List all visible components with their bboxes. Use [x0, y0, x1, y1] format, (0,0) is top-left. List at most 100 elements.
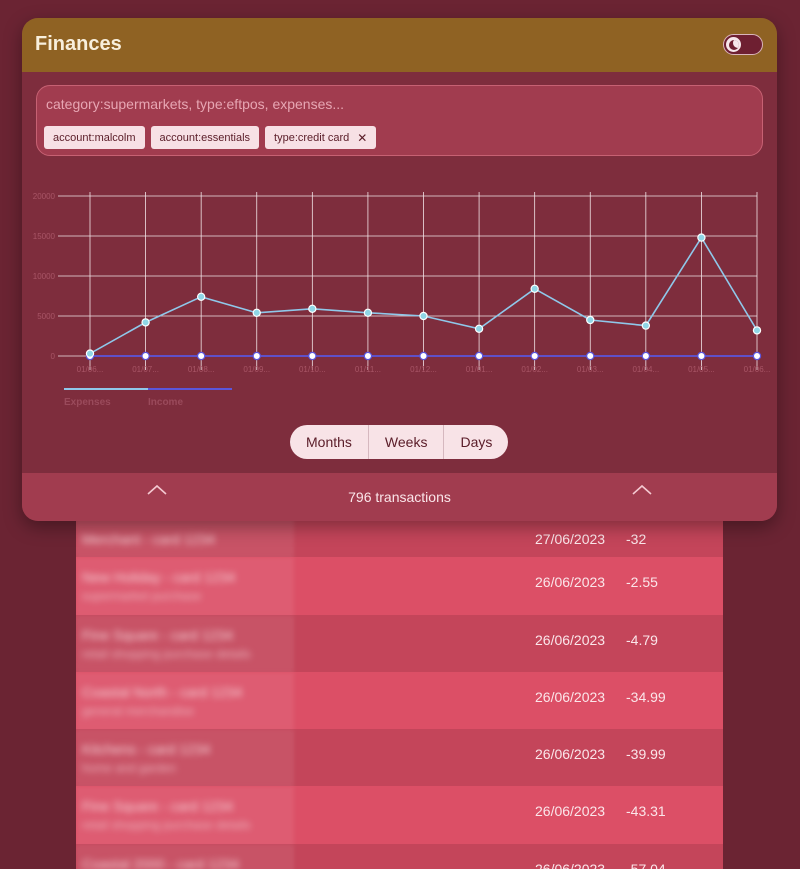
transaction-subtitle: retail shopping purchase details — [82, 818, 251, 833]
search-box[interactable]: account:malcolm account:essentials type:… — [36, 85, 763, 156]
legend-item-income[interactable]: Income — [148, 388, 232, 408]
x-tick-label: 01/04... — [632, 365, 659, 374]
transaction-amount: -39.99 — [626, 746, 666, 763]
finances-card: Finances account:malcolm account:essenti… — [22, 18, 777, 521]
data-point-expenses — [196, 292, 206, 302]
chip-label: account:essentials — [159, 131, 251, 144]
transaction-amount: -57.04 — [626, 860, 666, 869]
data-point-income — [530, 351, 539, 361]
transaction-date: 27/06/2023 — [535, 531, 606, 547]
data-point-income — [586, 351, 595, 361]
transaction-amount: -43.31 — [626, 803, 666, 820]
range-days-button[interactable]: Days — [443, 425, 508, 459]
transaction-amount: -4.79 — [626, 631, 658, 648]
transaction-subtitle: supermarket purchase — [82, 589, 202, 604]
x-tick-label: 01/06... — [744, 365, 771, 374]
spending-chart: 20000 15000 10000 5000 0 01/06... 01/07... 01/0… — [33, 192, 771, 374]
blurred-region — [76, 729, 294, 787]
x-tick-label: 01/12... — [410, 365, 437, 374]
blurred-region — [76, 786, 294, 844]
data-point-expenses — [419, 311, 428, 321]
data-point-expenses — [252, 308, 261, 317]
legend-item-expenses[interactable]: Expenses — [64, 388, 148, 408]
data-point-expenses — [308, 304, 317, 314]
x-tick-label: 01/03... — [577, 365, 604, 374]
range-weeks-button[interactable]: Weeks — [367, 425, 444, 459]
x-tick-label: 01/07... — [132, 365, 159, 374]
x-tick-label: 01/10... — [299, 365, 326, 374]
range-selector: Months Weeks Days — [290, 425, 509, 459]
transaction-date: 26/06/2023 — [535, 860, 606, 869]
transaction-title: Coastal 2000 - card 1234 — [82, 855, 240, 869]
app-title: Finances — [35, 33, 122, 55]
dark-mode-toggle[interactable] — [723, 34, 763, 55]
chip-label: type:credit card — [274, 131, 350, 144]
data-point-income — [474, 351, 484, 361]
transaction-date: 26/06/2023 — [535, 688, 606, 705]
filter-chip[interactable]: account:malcolm — [44, 126, 145, 149]
blurred-region — [76, 557, 294, 615]
transaction-date: 26/06/2023 — [535, 746, 606, 763]
y-tick-label: 5000 — [37, 312, 55, 321]
data-point-expenses — [363, 308, 373, 317]
filter-chips: account:malcolm account:essentials type:… — [44, 126, 377, 149]
data-point-income — [641, 351, 651, 361]
transaction-date: 26/06/2023 — [535, 631, 606, 648]
data-point-income — [363, 351, 373, 361]
filter-chip[interactable]: type:credit card ✕ — [265, 126, 377, 149]
y-tick-label: 15000 — [33, 232, 56, 241]
data-point-income — [697, 351, 706, 361]
transaction-row[interactable]: Coastal North - card 1234 general merchan… — [76, 671, 723, 730]
legend-label: Expenses — [64, 397, 111, 408]
transaction-amount: -34.99 — [626, 688, 666, 705]
filter-chip[interactable]: account:essentials — [150, 126, 260, 149]
y-tick-label: 20000 — [33, 192, 56, 201]
blurred-region — [76, 614, 294, 672]
transaction-row[interactable]: New Holiday - card 1234 supermarket purch… — [76, 557, 723, 615]
transaction-row[interactable]: Fine Square - card 1234 retail shopping p… — [76, 786, 723, 844]
transaction-row[interactable]: Coastal 2000 - card 1234 26/06/2023 -57.04 — [76, 843, 723, 869]
range-months-button[interactable]: Months — [290, 425, 368, 459]
data-point-income — [419, 351, 428, 361]
data-point-income — [252, 351, 261, 361]
x-tick-label: 01/06... — [77, 365, 104, 374]
x-tick-label: 01/09... — [243, 365, 270, 374]
data-point-expenses — [697, 233, 706, 242]
chip-label: account:malcolm — [53, 131, 136, 144]
close-icon[interactable]: ✕ — [357, 132, 367, 144]
data-point-income — [196, 351, 206, 361]
transaction-title: Kitchens - card 1234 — [82, 741, 211, 758]
transaction-list: Merchant - card 1234 27/06/2023 -32 New Hol… — [76, 500, 723, 869]
y-tick-label: 10000 — [33, 272, 56, 281]
x-tick-label: 01/02... — [521, 365, 548, 374]
card-footer: 796 transactions — [22, 473, 777, 521]
search-input[interactable] — [44, 92, 748, 116]
x-tick-label: 01/01... — [466, 365, 493, 374]
transaction-title: Coastal North - card 1234 — [82, 683, 243, 700]
transaction-row[interactable]: Kitchens - card 1234 home and garden 26/06… — [76, 729, 723, 787]
app-header: Finances — [22, 18, 777, 72]
transaction-row[interactable]: Fine Square - card 1234 retail shopping p… — [76, 614, 723, 672]
data-point-income — [141, 351, 150, 361]
transaction-title: Fine Square - card 1234 — [82, 798, 233, 815]
transaction-amount: -2.55 — [626, 574, 658, 591]
data-point-expenses — [752, 326, 762, 335]
data-point-expenses — [85, 349, 95, 358]
transaction-subtitle: home and garden — [82, 761, 177, 776]
data-point-expenses — [141, 318, 150, 327]
data-point-expenses — [474, 324, 484, 333]
legend-swatch — [64, 388, 148, 390]
blurred-region — [76, 671, 294, 730]
x-tick-label: 01/08... — [188, 365, 215, 374]
transaction-title: Merchant - card 1234 — [82, 531, 216, 547]
transaction-amount: -32 — [626, 531, 647, 547]
chart-legend: Expenses Income — [64, 388, 232, 408]
data-point-expenses — [641, 321, 651, 330]
transaction-title: New Holiday - card 1234 — [82, 569, 236, 586]
y-tick-label: 0 — [51, 352, 56, 361]
legend-label: Income — [148, 397, 184, 408]
chevron-up-icon[interactable] — [631, 483, 653, 499]
x-tick-label: 01/05... — [688, 365, 715, 374]
data-point-income — [752, 351, 762, 361]
data-point-income — [308, 351, 317, 361]
